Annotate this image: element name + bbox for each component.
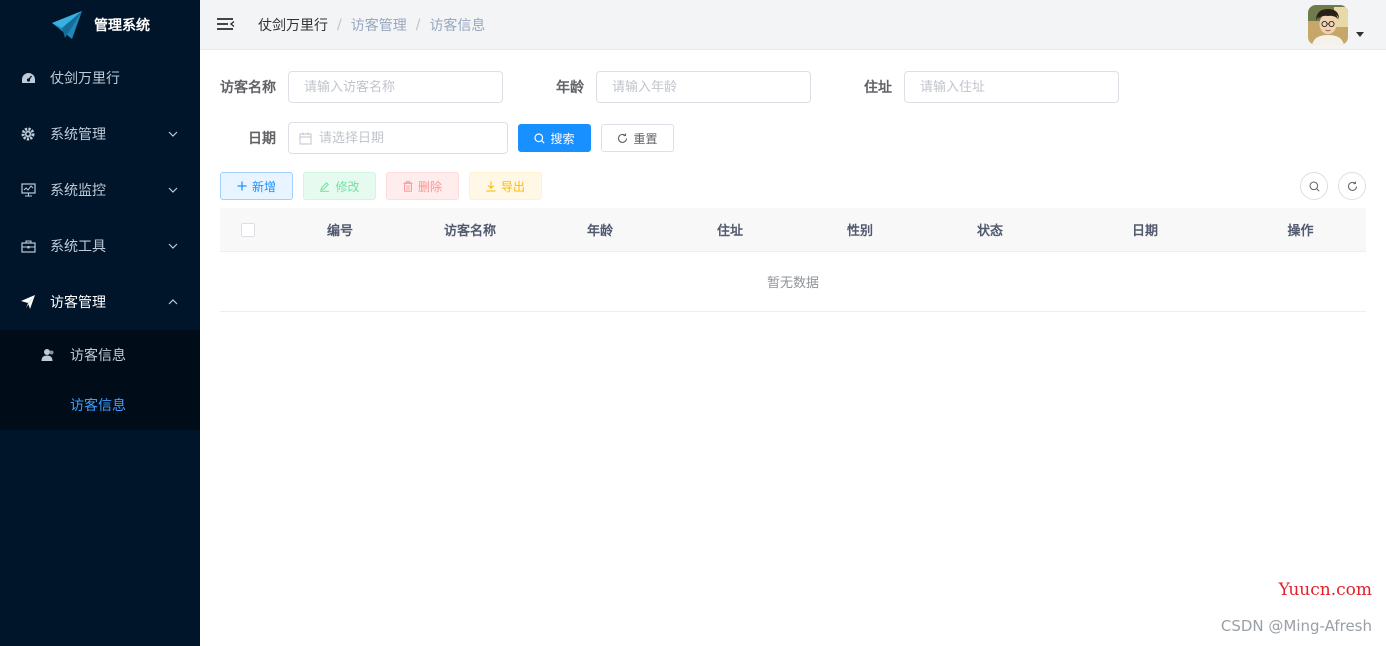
search-button-label: 搜索 — [550, 131, 575, 146]
add-button-label: 新增 — [251, 179, 276, 194]
breadcrumb: 仗剑万里行 / 访客管理 / 访客信息 — [258, 15, 485, 35]
refresh-table-button[interactable] — [1338, 172, 1366, 200]
search-row-1: 访客名称 年龄 住址 — [220, 71, 1119, 103]
search-button[interactable]: 搜索 — [518, 124, 591, 152]
breadcrumb-item-visitor-info: 访客信息 — [429, 17, 486, 34]
edit-button-label: 修改 — [335, 179, 360, 194]
select-all-checkbox[interactable] — [240, 222, 255, 237]
breadcrumb-item-home[interactable]: 仗剑万里行 — [258, 15, 328, 35]
age-input[interactable] — [612, 79, 795, 95]
column-header-age[interactable]: 年龄 — [535, 220, 665, 239]
gear-icon — [20, 126, 36, 142]
chevron-down-icon — [168, 187, 178, 193]
search-row-2: 日期 — [220, 122, 508, 154]
logo[interactable]: 管理系统 — [0, 0, 200, 50]
address-field[interactable] — [904, 71, 1119, 103]
sidebar-item-label: 系统监控 — [50, 183, 106, 199]
export-button[interactable]: 导出 — [469, 172, 542, 200]
visitor-name-input[interactable] — [304, 79, 487, 95]
author-watermark: CSDN @Ming-Afresh — [1220, 617, 1372, 635]
column-header-visitor-name[interactable]: 访客名称 — [405, 220, 535, 239]
sidebar-item-dashboard[interactable]: 仗剑万里行 — [0, 50, 200, 106]
column-header-status[interactable]: 状态 — [925, 220, 1055, 239]
sidebar-item-label: 访客信息 — [70, 348, 126, 364]
column-header-address[interactable]: 住址 — [665, 220, 795, 239]
export-button-label: 导出 — [500, 179, 525, 194]
top-navbar: 仗剑万里行 / 访客管理 / 访客信息 — [200, 0, 1386, 50]
site-watermark: Yuucn.com — [1278, 580, 1372, 600]
download-icon — [486, 181, 496, 192]
user-icon — [40, 347, 56, 363]
refresh-icon — [618, 133, 628, 143]
breadcrumb-separator: / — [337, 16, 342, 33]
column-header-date[interactable]: 日期 — [1055, 220, 1235, 239]
search-icon — [534, 132, 546, 144]
search-icon — [1309, 181, 1320, 192]
delete-button[interactable]: 删除 — [386, 172, 459, 200]
date-label: 日期 — [248, 131, 276, 147]
column-header-id[interactable]: 编号 — [275, 220, 405, 239]
sidebar-item-label: 系统管理 — [50, 127, 106, 143]
reset-button-label: 重置 — [633, 131, 658, 146]
refresh-icon — [1347, 181, 1357, 191]
column-header-gender[interactable]: 性别 — [795, 220, 925, 239]
sidebar-subitem-visitor-info-active[interactable]: 访客信息 — [0, 380, 200, 430]
avatar[interactable] — [1308, 5, 1348, 45]
column-header-actions: 操作 — [1287, 224, 1314, 239]
sidebar-item-system-tools[interactable]: 系统工具 — [0, 218, 200, 274]
sidebar-item-label: 访客信息 — [70, 398, 126, 414]
reset-button[interactable]: 重置 — [601, 124, 674, 152]
send-icon — [20, 294, 36, 310]
age-label: 年龄 — [556, 80, 584, 96]
visitor-table: 编号 访客名称 年龄 住址 性别 状态 日期 操作 暂无数据 — [220, 208, 1366, 312]
edit-button[interactable]: 修改 — [303, 172, 376, 200]
edit-icon — [320, 181, 330, 192]
hamburger-icon[interactable] — [216, 16, 236, 34]
sidebar-item-label: 访客管理 — [50, 295, 106, 311]
table-header-row: 编号 访客名称 年龄 住址 性别 状态 日期 操作 — [220, 208, 1366, 252]
sidebar-item-label: 仗剑万里行 — [50, 71, 120, 87]
sidebar-item-label: 系统工具 — [50, 239, 106, 255]
delete-button-label: 删除 — [417, 179, 442, 194]
sidebar-item-system-monitor[interactable]: 系统监控 — [0, 162, 200, 218]
dashboard-icon — [20, 70, 36, 86]
age-field[interactable] — [596, 71, 811, 103]
logo-text: 管理系统 — [94, 18, 150, 34]
table-empty-text: 暂无数据 — [220, 252, 1366, 312]
add-button[interactable]: 新增 — [220, 172, 293, 200]
calendar-icon — [299, 132, 312, 144]
toggle-search-button[interactable] — [1300, 172, 1328, 200]
select-all-cell — [220, 222, 275, 237]
user-menu[interactable] — [1308, 5, 1364, 45]
date-input[interactable] — [319, 130, 492, 146]
breadcrumb-item-visitor-management: 访客管理 — [350, 17, 407, 34]
sidebar-item-visitor-management[interactable]: 访客管理 — [0, 274, 200, 330]
sidebar-item-system-management[interactable]: 系统管理 — [0, 106, 200, 162]
visitor-name-label: 访客名称 — [220, 80, 276, 96]
plus-icon — [237, 181, 247, 191]
date-picker[interactable] — [288, 122, 508, 154]
toolbox-icon — [20, 238, 36, 254]
visitor-submenu: 访客信息 访客信息 — [0, 330, 200, 430]
address-input[interactable] — [920, 79, 1103, 95]
sidebar: 管理系统 仗剑万里行 系统管理 系统监控 系统工具 访客管理 访客信息 访客信息 — [0, 0, 200, 646]
visitor-name-field[interactable] — [288, 71, 503, 103]
breadcrumb-separator: / — [415, 16, 421, 33]
caret-down-icon[interactable] — [1356, 32, 1364, 37]
chevron-up-icon — [168, 299, 178, 305]
sidebar-subitem-visitor-info[interactable]: 访客信息 — [0, 330, 200, 380]
chevron-down-icon — [168, 131, 178, 137]
monitor-icon — [20, 182, 36, 198]
paper-plane-logo-icon — [52, 11, 82, 39]
chevron-down-icon — [168, 243, 178, 249]
trash-icon — [403, 180, 413, 192]
address-label: 住址 — [864, 80, 892, 96]
